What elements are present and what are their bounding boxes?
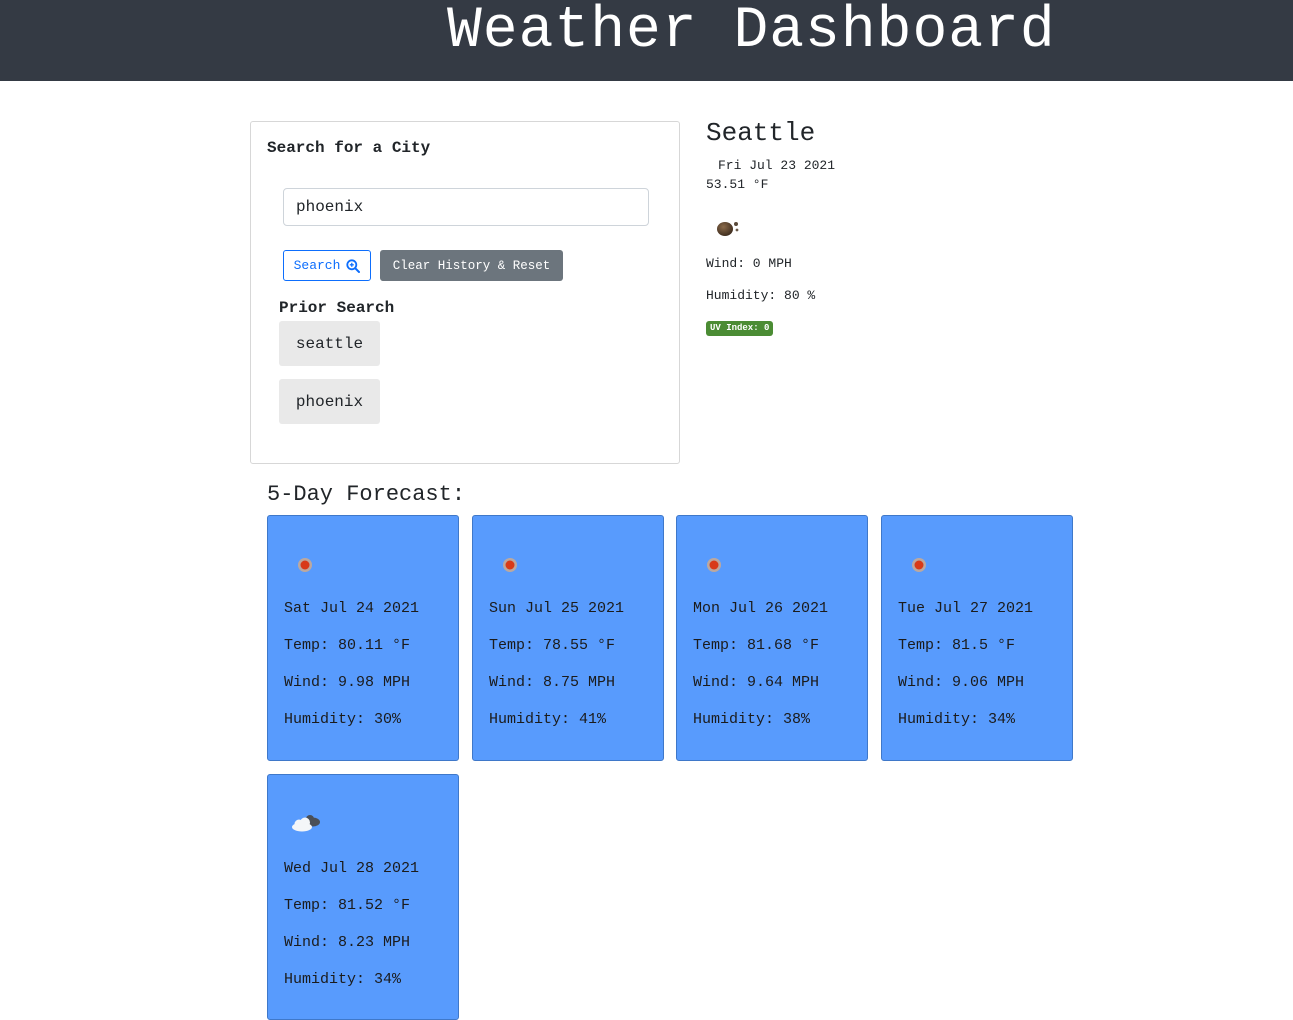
page-title: Weather Dashboard xyxy=(447,0,1056,64)
forecast-humidity: Humidity: 41% xyxy=(489,711,607,728)
uv-index-badge: UV Index: 0 xyxy=(706,321,774,336)
night-clouds-icon xyxy=(717,222,739,236)
forecast-wind: Wind: 9.06 MPH xyxy=(898,674,1025,691)
forecast-wind: Wind: 8.75 MPH xyxy=(489,674,616,691)
forecast-temp: Temp: 80.11 °F xyxy=(284,637,411,654)
search-button[interactable]: Search xyxy=(283,250,371,281)
forecast-date: Sat Jul 24 2021 xyxy=(284,600,420,617)
forecast-card: Sun Jul 25 2021 Temp: 78.55 °F Wind: 8.7… xyxy=(472,515,664,761)
sun-icon xyxy=(503,558,517,572)
forecast-humidity: Humidity: 34% xyxy=(898,711,1016,728)
current-humidity: Humidity: 80 % xyxy=(706,288,816,303)
forecast-heading: 5-Day Forecast: xyxy=(267,482,466,507)
history-item-phoenix[interactable]: phoenix xyxy=(279,379,380,424)
city-search-input[interactable] xyxy=(283,188,649,226)
forecast-date: Tue Jul 27 2021 xyxy=(898,600,1034,617)
forecast-card: Tue Jul 27 2021 Temp: 81.5 °F Wind: 9.06… xyxy=(881,515,1073,761)
search-panel: Search for a City Search Clear History &… xyxy=(250,121,680,464)
zoom-search-icon xyxy=(346,258,361,273)
forecast-humidity: Humidity: 34% xyxy=(284,971,402,988)
forecast-wind: Wind: 8.23 MPH xyxy=(284,934,411,951)
forecast-humidity: Humidity: 38% xyxy=(693,711,811,728)
search-button-label: Search xyxy=(293,258,341,273)
current-wind: Wind: 0 MPH xyxy=(706,256,792,271)
app-header: Weather Dashboard xyxy=(0,0,1293,81)
forecast-date: Mon Jul 26 2021 xyxy=(693,600,829,617)
sun-icon xyxy=(707,558,721,572)
forecast-card: Sat Jul 24 2021 Temp: 80.11 °F Wind: 9.9… xyxy=(267,515,459,761)
cloud-icon xyxy=(292,815,320,832)
prior-search-heading: Prior Search xyxy=(279,299,395,317)
search-panel-title: Search for a City xyxy=(267,139,431,157)
forecast-wind: Wind: 9.98 MPH xyxy=(284,674,411,691)
current-date: Fri Jul 23 2021 xyxy=(718,158,836,173)
current-temp: 53.51 °F xyxy=(706,177,769,192)
forecast-card: Mon Jul 26 2021 Temp: 81.68 °F Wind: 9.6… xyxy=(676,515,868,761)
forecast-date: Wed Jul 28 2021 xyxy=(284,860,420,877)
history-item-seattle[interactable]: seattle xyxy=(279,321,380,366)
forecast-date: Sun Jul 25 2021 xyxy=(489,600,625,617)
forecast-wind: Wind: 9.64 MPH xyxy=(693,674,820,691)
current-city: Seattle xyxy=(706,118,816,148)
sun-icon xyxy=(912,558,926,572)
forecast-temp: Temp: 78.55 °F xyxy=(489,637,616,654)
forecast-temp: Temp: 81.5 °F xyxy=(898,637,1016,654)
forecast-temp: Temp: 81.52 °F xyxy=(284,897,411,914)
forecast-humidity: Humidity: 30% xyxy=(284,711,402,728)
clear-history-button[interactable]: Clear History & Reset xyxy=(380,250,563,281)
forecast-temp: Temp: 81.68 °F xyxy=(693,637,820,654)
forecast-card: Wed Jul 28 2021 Temp: 81.52 °F Wind: 8.2… xyxy=(267,774,459,1020)
sun-icon xyxy=(298,558,312,572)
